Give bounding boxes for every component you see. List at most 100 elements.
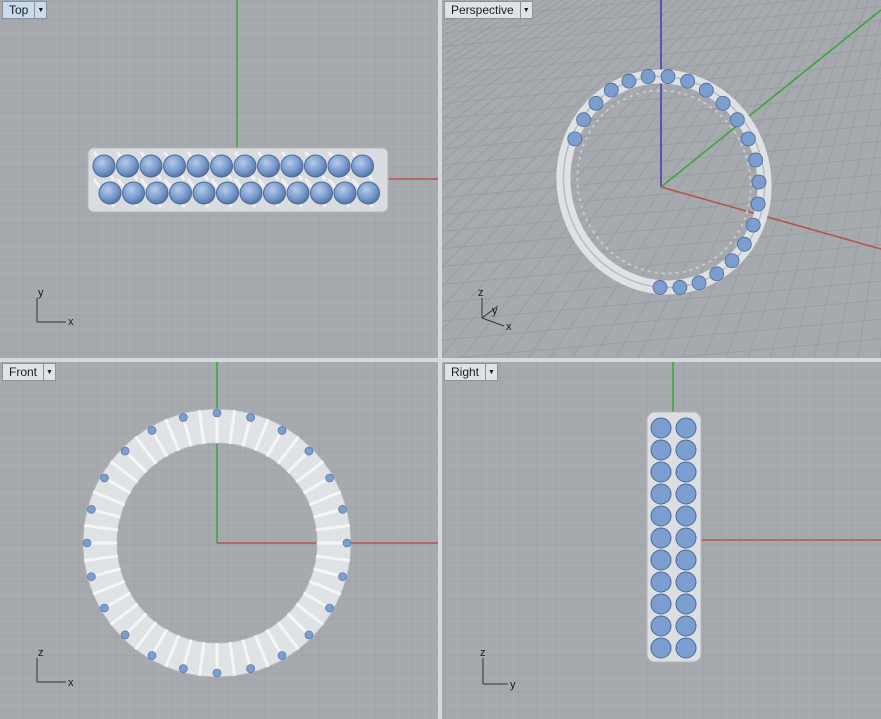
gem [567, 131, 583, 147]
gem [192, 181, 216, 205]
gem [729, 112, 745, 128]
gem [342, 538, 352, 548]
gem [650, 505, 672, 527]
viewport-title: Top [9, 3, 29, 17]
gem [650, 637, 672, 659]
right-canvas[interactable]: y z [442, 362, 881, 719]
dropdown-arrow-icon[interactable]: ▼ [485, 364, 497, 380]
gem [179, 413, 188, 422]
gem [92, 154, 116, 178]
svg-text:z: z [38, 647, 44, 659]
gem [650, 461, 672, 483]
gem [621, 73, 637, 89]
gem [724, 253, 740, 269]
dropdown-arrow-icon[interactable]: ▼ [519, 2, 532, 18]
gem [675, 417, 697, 439]
gem [680, 73, 696, 89]
ring-top-view [87, 147, 389, 213]
viewport-tab-top[interactable]: Top ▼ [2, 1, 48, 19]
top-canvas[interactable]: x y [0, 0, 438, 358]
gem [660, 69, 676, 84]
dropdown-arrow-icon[interactable]: ▼ [34, 2, 46, 18]
front-canvas[interactable]: x z [0, 362, 438, 719]
perspective-canvas[interactable]: x y z [442, 0, 881, 358]
svg-text:x: x [68, 677, 74, 689]
gem [650, 483, 672, 505]
gem [650, 593, 672, 615]
gem [652, 280, 668, 295]
gem [87, 505, 96, 514]
gem [672, 280, 688, 295]
viewport-top[interactable]: x y Top ▼ [0, 0, 438, 358]
viewport-title: Perspective [451, 3, 514, 17]
gem [675, 505, 697, 527]
gem [675, 593, 697, 615]
gem [304, 154, 327, 178]
viewport-right[interactable]: y z Right ▼ [442, 362, 881, 719]
gem [210, 154, 233, 178]
gem [675, 549, 697, 571]
gem [576, 112, 592, 128]
gem [147, 651, 157, 660]
gem [736, 236, 752, 252]
gem [100, 603, 109, 613]
gem [169, 181, 192, 205]
svg-text:x: x [68, 316, 74, 328]
gem [709, 266, 725, 282]
gem [650, 417, 672, 439]
gem [650, 439, 672, 461]
viewport-perspective[interactable]: x y z Perspective ▼ [442, 0, 881, 358]
gem [246, 413, 255, 422]
gem [304, 630, 314, 640]
viewport-tab-front[interactable]: Front ▼ [2, 363, 57, 381]
viewport-tab-perspective[interactable]: Perspective ▼ [444, 1, 533, 19]
viewport-front[interactable]: x z Front ▼ [0, 362, 438, 719]
gem [325, 603, 334, 613]
gem [640, 69, 656, 84]
dropdown-arrow-icon[interactable]: ▼ [43, 364, 55, 380]
gem [750, 196, 766, 212]
gem [675, 615, 697, 637]
gem [650, 571, 672, 593]
gem [603, 82, 619, 98]
gem [715, 95, 731, 111]
svg-text:z: z [478, 287, 484, 299]
gem [751, 174, 767, 190]
gem [277, 651, 287, 660]
gem [122, 181, 145, 205]
gem [120, 630, 130, 640]
gem [650, 549, 672, 571]
gem [186, 154, 210, 178]
gem [304, 446, 314, 456]
gem [675, 637, 697, 659]
ring-right-view [646, 411, 702, 663]
gem [691, 275, 707, 291]
gem [357, 181, 380, 205]
gem [139, 154, 163, 178]
viewport-title: Right [451, 365, 480, 379]
gem [327, 154, 351, 178]
gem [351, 154, 374, 178]
viewport-tab-right[interactable]: Right ▼ [444, 363, 499, 381]
svg-text:y: y [492, 305, 498, 317]
gem [748, 152, 764, 168]
svg-text:y: y [510, 679, 516, 691]
gem [263, 181, 286, 205]
gem [147, 426, 157, 435]
gem [246, 664, 255, 673]
gem [163, 154, 186, 178]
gem [257, 154, 280, 178]
gem [212, 668, 222, 678]
gem [87, 572, 96, 581]
gem [310, 181, 333, 205]
gem [740, 131, 756, 147]
gem [333, 181, 357, 205]
gem [100, 473, 109, 483]
gem [675, 439, 697, 461]
gem [325, 473, 334, 483]
gem [675, 571, 697, 593]
gem [286, 181, 310, 205]
gem [277, 426, 287, 435]
svg-text:y: y [38, 287, 44, 299]
gem [675, 483, 697, 505]
